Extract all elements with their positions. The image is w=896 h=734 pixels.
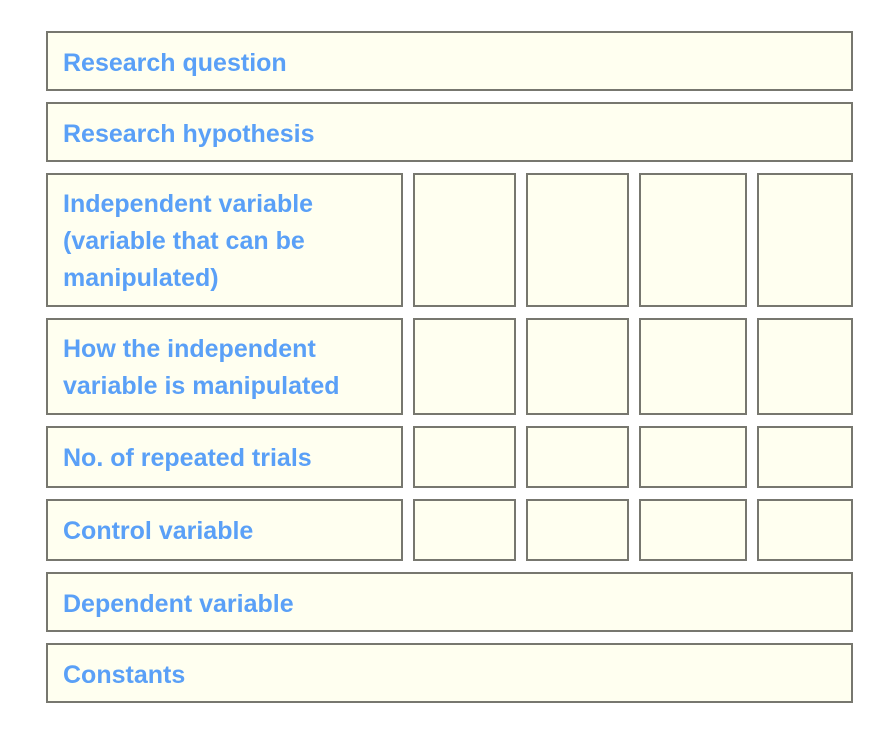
entry-cell[interactable]	[757, 173, 853, 307]
row-how-the-independent-variable-is-manipulated[interactable]: How the independent variable is manipula…	[46, 318, 403, 415]
row-no-of-repeated-trials[interactable]: No. of repeated trials	[46, 426, 403, 488]
entry-cell[interactable]	[413, 499, 516, 561]
row-label: Control variable	[63, 517, 254, 545]
entry-cell[interactable]	[757, 318, 853, 415]
entry-cell[interactable]	[526, 499, 629, 561]
row-label: Research hypothesis	[63, 120, 315, 148]
entry-cell[interactable]	[639, 426, 747, 488]
entry-cell[interactable]	[757, 499, 853, 561]
row-label: No. of repeated trials	[63, 444, 312, 472]
entry-cell[interactable]	[413, 173, 516, 307]
row-dependent-variable[interactable]: Dependent variable	[46, 572, 853, 632]
entry-cell[interactable]	[526, 426, 629, 488]
row-control-variable[interactable]: Control variable	[46, 499, 403, 561]
entry-cell[interactable]	[757, 426, 853, 488]
row-label: Dependent variable	[63, 590, 294, 618]
row-constants[interactable]: Constants	[46, 643, 853, 703]
entry-cell[interactable]	[413, 318, 516, 415]
row-label: Independent variable (variable that can …	[63, 190, 314, 292]
row-research-hypothesis[interactable]: Research hypothesis	[46, 102, 853, 162]
row-label: How the independent variable is manipula…	[63, 335, 340, 400]
entry-cell[interactable]	[413, 426, 516, 488]
row-independent-variable-variable-that-can-be-manipulated[interactable]: Independent variable (variable that can …	[46, 173, 403, 307]
row-research-question[interactable]: Research question	[46, 31, 853, 91]
entry-cell[interactable]	[639, 318, 747, 415]
entry-cell[interactable]	[526, 173, 629, 307]
entry-cell[interactable]	[639, 173, 747, 307]
row-label: Constants	[63, 661, 186, 689]
row-label: Research question	[63, 49, 287, 77]
entry-cell[interactable]	[526, 318, 629, 415]
entry-cell[interactable]	[639, 499, 747, 561]
